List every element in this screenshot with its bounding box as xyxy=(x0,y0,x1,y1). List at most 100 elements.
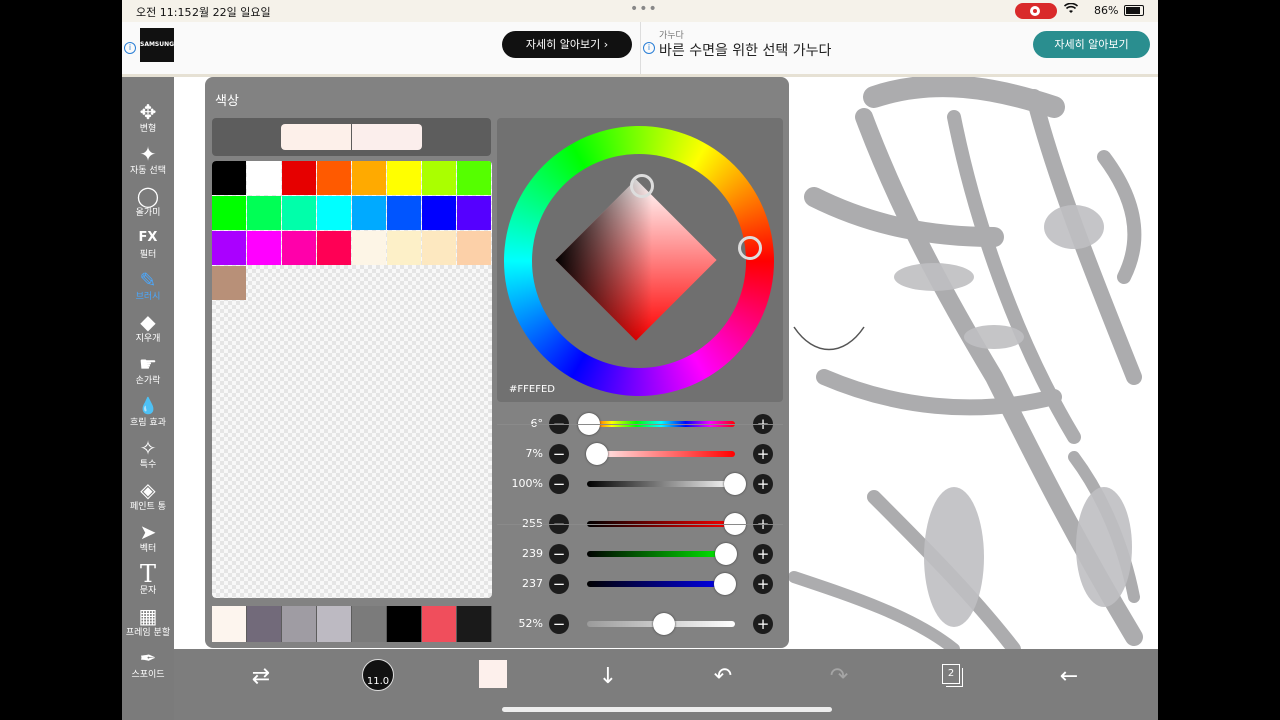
download-arrow-icon[interactable]: ↓ xyxy=(588,661,628,693)
green-slider-track[interactable] xyxy=(587,551,735,557)
palette-swatch[interactable] xyxy=(457,161,491,195)
primary-color-swatch[interactable] xyxy=(281,124,351,150)
tool-paint-bucket[interactable]: ◈ 페인트 통 xyxy=(122,477,174,519)
recent-color-swatch[interactable] xyxy=(247,606,281,642)
multitask-dots[interactable]: ••• xyxy=(630,1,658,17)
brightness-increase-button[interactable]: + xyxy=(753,474,773,494)
hue-selector-ring[interactable] xyxy=(738,236,762,260)
tool-special[interactable]: ✧ 특수 xyxy=(122,435,174,477)
palette-swatch[interactable] xyxy=(317,196,351,230)
tool-filter[interactable]: FX 필터 xyxy=(122,225,174,267)
hex-value[interactable]: #FFEFED xyxy=(509,384,555,395)
palette-swatch[interactable] xyxy=(422,231,456,265)
green-increase-button[interactable]: + xyxy=(753,544,773,564)
palette-swatch[interactable] xyxy=(212,266,246,300)
palette-swatch[interactable] xyxy=(457,196,491,230)
back-arrow-icon[interactable]: ← xyxy=(1049,661,1089,693)
ad-left[interactable]: i SAMSUNG 자세히 알아보기 › xyxy=(122,22,638,74)
recent-color-swatch[interactable] xyxy=(317,606,351,642)
palette-swatch[interactable] xyxy=(422,196,456,230)
palette-swatch[interactable] xyxy=(352,231,386,265)
recent-color-swatch[interactable] xyxy=(457,606,491,642)
brightness-slider-knob[interactable] xyxy=(724,473,746,495)
recent-color-swatch[interactable] xyxy=(282,606,316,642)
brightness-slider-track[interactable] xyxy=(587,481,735,487)
tool-brush[interactable]: ✎ 브러시 xyxy=(122,267,174,309)
sparkle-icon: ✧ xyxy=(139,436,157,460)
opacity-increase-button[interactable]: + xyxy=(753,614,773,634)
tool-smudge[interactable]: ☛ 손가락 xyxy=(122,351,174,393)
tool-text[interactable]: T 문자 xyxy=(122,561,174,603)
saturation-value[interactable]: 7% xyxy=(497,447,543,460)
blue-decrease-button[interactable]: − xyxy=(549,574,569,594)
tool-blur[interactable]: 💧 흐림 효과 xyxy=(122,393,174,435)
hue-wheel[interactable] xyxy=(504,126,774,396)
recent-color-swatch[interactable] xyxy=(212,606,246,642)
pointer-icon: ➤ xyxy=(139,520,157,544)
palette-swatch[interactable] xyxy=(387,196,421,230)
palette-swatch[interactable] xyxy=(212,231,246,265)
palette-swatch[interactable] xyxy=(387,161,421,195)
swap-tool-icon[interactable]: ⇄ xyxy=(241,661,281,693)
palette-swatch[interactable] xyxy=(317,161,351,195)
palette-swatch[interactable] xyxy=(212,161,246,195)
eraser-icon: ◆ xyxy=(140,310,156,334)
info-icon[interactable]: i xyxy=(124,42,136,54)
palette-swatch[interactable] xyxy=(282,161,316,195)
info-icon[interactable]: i xyxy=(643,42,655,54)
tool-eyedropper[interactable]: ✒ 스포이드 xyxy=(122,645,174,687)
palette-swatch[interactable] xyxy=(247,161,281,195)
saturation-decrease-button[interactable]: − xyxy=(549,444,569,464)
palette-swatch[interactable] xyxy=(282,196,316,230)
undo-icon[interactable]: ↶ xyxy=(703,661,743,693)
layers-button[interactable]: 2 xyxy=(942,664,963,687)
opacity-value[interactable]: 52% xyxy=(497,617,543,630)
opacity-slider-knob[interactable] xyxy=(652,613,675,635)
diamond-selector-ring[interactable] xyxy=(630,174,654,198)
tool-vector[interactable]: ➤ 벡터 xyxy=(122,519,174,561)
current-color-button[interactable] xyxy=(479,660,507,688)
battery-percent: 86% xyxy=(1094,4,1119,17)
panel-title: 색상 xyxy=(215,94,239,109)
opacity-decrease-button[interactable]: − xyxy=(549,614,569,634)
palette-swatch[interactable] xyxy=(247,196,281,230)
droplet-icon: 💧 xyxy=(138,396,158,415)
tool-frame-divider[interactable]: ▦ 프레임 분할 xyxy=(122,603,174,645)
tool-eraser[interactable]: ◆ 지우개 xyxy=(122,309,174,351)
blue-slider-track[interactable] xyxy=(587,581,735,587)
ad-right[interactable]: i 가누다 바른 수면을 위한 선택 가누다 자세히 알아보기 xyxy=(640,22,1158,74)
palette-swatch[interactable] xyxy=(212,196,246,230)
blue-slider-knob[interactable] xyxy=(713,573,736,595)
saturation-increase-button[interactable]: + xyxy=(753,444,773,464)
recent-color-swatch[interactable] xyxy=(352,606,386,642)
tool-transform[interactable]: ✥ 변형 xyxy=(122,99,174,141)
saturation-slider-track[interactable] xyxy=(587,451,735,457)
blue-increase-button[interactable]: + xyxy=(753,574,773,594)
ad-learn-more-button[interactable]: 자세히 알아보기 › xyxy=(502,31,632,58)
recent-color-swatch[interactable] xyxy=(387,606,421,642)
palette-swatch[interactable] xyxy=(282,231,316,265)
tool-lasso[interactable]: ◯ 올가미 xyxy=(122,183,174,225)
palette-swatch[interactable] xyxy=(317,231,351,265)
tool-magic-wand[interactable]: ✦ 자동 선택 xyxy=(122,141,174,183)
text-icon: T xyxy=(139,560,156,588)
screen-record-icon[interactable] xyxy=(1015,3,1057,19)
palette-swatch[interactable] xyxy=(422,161,456,195)
palette-swatch[interactable] xyxy=(387,231,421,265)
palette-swatch[interactable] xyxy=(247,231,281,265)
brightness-value[interactable]: 100% xyxy=(497,477,543,490)
green-decrease-button[interactable]: − xyxy=(549,544,569,564)
brightness-decrease-button[interactable]: − xyxy=(549,474,569,494)
palette-swatch[interactable] xyxy=(352,161,386,195)
redo-icon[interactable]: ↷ xyxy=(819,661,859,693)
palette-swatch[interactable] xyxy=(352,196,386,230)
secondary-color-swatch[interactable] xyxy=(352,124,422,150)
palette-swatch[interactable] xyxy=(457,231,491,265)
blue-value[interactable]: 237 xyxy=(497,577,543,590)
green-value[interactable]: 239 xyxy=(497,547,543,560)
brush-size-button[interactable]: 11.0 xyxy=(362,659,394,691)
recent-color-swatch[interactable] xyxy=(422,606,456,642)
ad-learn-more-button-2[interactable]: 자세히 알아보기 xyxy=(1033,31,1150,58)
green-slider-knob[interactable] xyxy=(714,543,737,565)
saturation-slider-knob[interactable] xyxy=(586,443,609,465)
